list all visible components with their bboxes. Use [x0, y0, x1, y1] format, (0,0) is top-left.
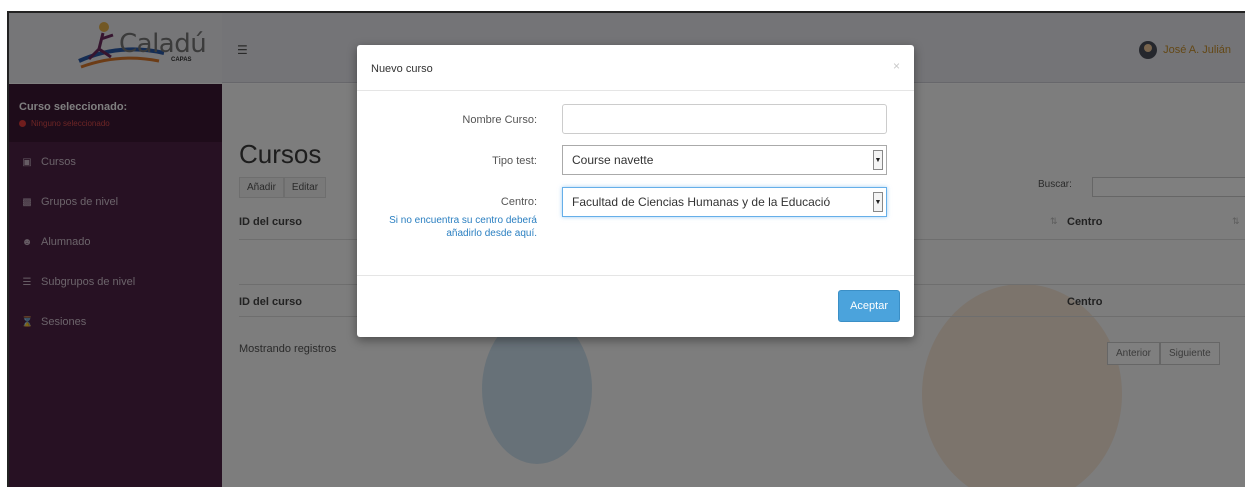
- close-icon[interactable]: ×: [893, 59, 900, 73]
- center-select[interactable]: Facultad de Ciencias Humanas y de la Edu…: [562, 187, 887, 217]
- new-course-dialog: Nuevo curso × Nombre Curso: Tipo test: C…: [357, 45, 914, 337]
- chevron-down-icon: ▼: [873, 150, 883, 170]
- dialog-header: Nuevo curso ×: [357, 45, 914, 91]
- test-type-select[interactable]: Course navette ▼: [562, 145, 887, 175]
- dialog-footer: Aceptar: [357, 275, 914, 337]
- test-type-label: Tipo test:: [492, 155, 537, 167]
- dialog-title: Nuevo curso: [371, 63, 433, 75]
- add-center-link[interactable]: Si no encuentra su centro deberá añadirl…: [365, 214, 537, 240]
- course-name-input[interactable]: [562, 104, 887, 134]
- chevron-down-icon: ▼: [873, 192, 883, 212]
- course-name-label: Nombre Curso:: [462, 114, 537, 126]
- test-type-value: Course navette: [572, 153, 654, 167]
- center-label: Centro:: [500, 196, 537, 208]
- center-value: Facultad de Ciencias Humanas y de la Edu…: [572, 195, 831, 209]
- accept-button[interactable]: Aceptar: [838, 290, 900, 322]
